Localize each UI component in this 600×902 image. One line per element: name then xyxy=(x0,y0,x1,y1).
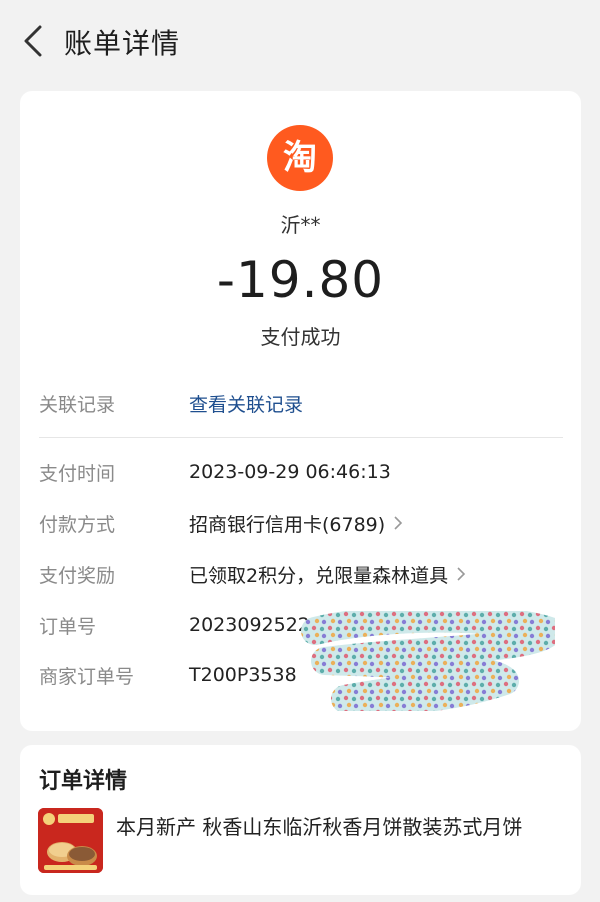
page-title: 账单详情 xyxy=(64,27,181,60)
pay-method-text: 招商银行信用卡(6789) xyxy=(189,513,386,536)
pay-time-value: 2023-09-29 06:46:13 xyxy=(189,461,391,483)
chevron-left-icon xyxy=(24,25,42,57)
mooncake-image-icon xyxy=(38,808,103,873)
related-records-row: 关联记录 查看关联记录 xyxy=(39,388,564,418)
reward-value[interactable]: 已领取2积分，兑限量森林道具 xyxy=(189,561,466,588)
related-records-label: 关联记录 xyxy=(39,393,116,416)
product-title[interactable]: 本月新产 秋香山东临沂秋香月饼散装苏式月饼 xyxy=(116,811,556,840)
bill-summary-card: 淘 沂** -19.80 支付成功 关联记录 查看关联记录 支付时间 2023-… xyxy=(20,91,581,731)
chevron-right-icon xyxy=(456,566,466,582)
order-number-label: 订单号 xyxy=(39,615,97,638)
pay-method-label: 付款方式 xyxy=(39,513,116,536)
taobao-icon: 淘 xyxy=(267,125,333,191)
top-bar: 账单详情 xyxy=(0,0,600,80)
payment-status: 支付成功 xyxy=(260,325,341,349)
product-thumbnail[interactable] xyxy=(38,808,103,873)
reward-row[interactable]: 支付奖励 已领取2积分，兑限量森林道具 xyxy=(39,559,564,589)
redaction-scribble xyxy=(301,611,555,711)
merchant-order-number-label: 商家订单号 xyxy=(39,665,135,688)
pay-time-row: 支付时间 2023-09-29 06:46:13 xyxy=(39,457,564,487)
view-related-records-link[interactable]: 查看关联记录 xyxy=(189,390,303,417)
chevron-right-icon xyxy=(393,515,403,531)
order-details-card: 订单详情 本月新产 秋香山东临沂秋香月饼散装苏式月饼 xyxy=(20,745,581,895)
pay-method-value[interactable]: 招商银行信用卡(6789) xyxy=(189,510,403,537)
reward-text: 已领取2积分，兑限量森林道具 xyxy=(189,564,449,587)
reward-label: 支付奖励 xyxy=(39,564,116,587)
pay-method-row[interactable]: 付款方式 招商银行信用卡(6789) xyxy=(39,508,564,538)
merchant-name: 沂** xyxy=(280,213,321,237)
back-button[interactable] xyxy=(18,24,48,58)
pay-time-label: 支付时间 xyxy=(39,462,116,485)
merchant-logo-text: 淘 xyxy=(283,138,317,178)
merchant-order-number-value: T200P3538 xyxy=(189,664,297,686)
section-divider xyxy=(39,437,563,438)
payment-amount: -19.80 xyxy=(216,251,385,309)
order-details-title: 订单详情 xyxy=(39,769,128,794)
